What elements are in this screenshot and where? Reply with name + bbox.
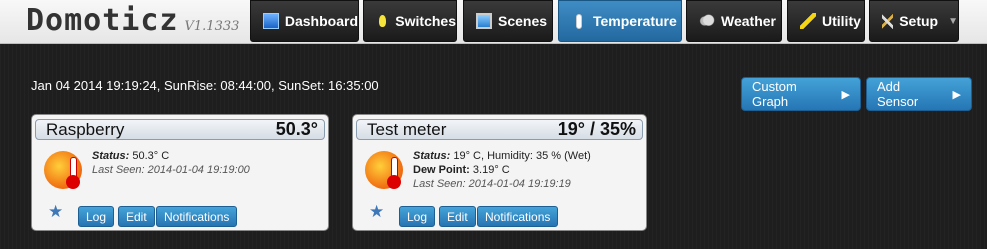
tab-label: Utility <box>822 13 861 29</box>
device-info: Status: 19° C, Humidity: 35 % (Wet) Dew … <box>413 149 591 191</box>
button-label: Log <box>86 209 107 224</box>
device-value: 19° / 35% <box>557 119 636 139</box>
play-arrow-icon: ▶ <box>952 88 961 101</box>
play-arrow-icon: ▶ <box>841 88 850 101</box>
last-seen-label: Last Seen: <box>92 164 145 176</box>
device-info: Status: 50.3° C Last Seen: 2014-01-04 19… <box>92 149 250 177</box>
log-button[interactable]: Log <box>399 206 436 227</box>
app-version: V1.1333 <box>184 19 240 34</box>
edit-button[interactable]: Edit <box>439 206 476 227</box>
tab-scenes[interactable]: Scenes <box>463 0 553 42</box>
status-line: Jan 04 2014 19:19:24, SunRise: 08:44:00,… <box>31 78 379 93</box>
app-name: Domoticz <box>26 3 179 38</box>
notifications-button[interactable]: Notifications <box>477 206 559 227</box>
dashboard-icon <box>263 13 279 29</box>
button-label: Edit <box>126 209 147 224</box>
device-header: Raspberry 50.3° <box>35 119 325 140</box>
utility-icon <box>800 13 816 29</box>
last-seen-label: Last Seen: <box>413 178 466 190</box>
status-label: Status: <box>413 150 451 162</box>
status-value: 19° C, Humidity: 35 % (Wet) <box>453 150 591 162</box>
button-label: Notifications <box>164 209 230 224</box>
tab-temperature[interactable]: Temperature <box>558 0 682 42</box>
favorite-star-icon[interactable]: ★ <box>369 203 385 220</box>
device-value: 50.3° <box>275 119 318 139</box>
bulb-icon <box>379 15 387 27</box>
temperature-sun-icon <box>365 151 403 189</box>
temperature-sun-icon <box>44 151 82 189</box>
last-seen-value: 2014-01-04 19:19:00 <box>147 164 250 176</box>
tab-label: Scenes <box>498 13 548 29</box>
add-sensor-button[interactable]: Add Sensor ▶ <box>866 77 972 111</box>
button-label: Add Sensor <box>877 79 919 109</box>
device-card-raspberry: Raspberry 50.3° Status: 50.3° C Last See… <box>31 114 329 231</box>
device-card-test-meter: Test meter 19° / 35% Status: 19° C, Humi… <box>352 114 647 231</box>
thermometer-icon <box>576 13 582 29</box>
button-label: Notifications <box>485 209 551 224</box>
thermometer-bulb <box>387 175 401 189</box>
top-navigation-bar: Domoticz V1.1333 Dashboard Switches Scen… <box>0 0 987 44</box>
favorite-star-icon[interactable]: ★ <box>48 203 64 220</box>
setup-icon <box>882 13 894 29</box>
tab-label: Weather <box>721 13 776 29</box>
device-name: Raspberry <box>46 119 125 139</box>
thermometer-bulb <box>66 175 80 189</box>
button-label: Custom Graph <box>752 79 797 109</box>
weather-icon <box>699 13 715 29</box>
notifications-button[interactable]: Notifications <box>156 206 238 227</box>
device-name: Test meter <box>367 119 447 139</box>
tab-label: Temperature <box>593 13 677 29</box>
edit-button[interactable]: Edit <box>118 206 155 227</box>
tab-utility[interactable]: Utility <box>787 0 865 42</box>
button-label: Edit <box>447 209 468 224</box>
custom-graph-button[interactable]: Custom Graph ▶ <box>741 77 861 111</box>
tab-label: Setup <box>899 13 939 29</box>
tab-weather[interactable]: Weather <box>686 0 782 42</box>
dew-point-value: 3.19° C <box>472 164 510 176</box>
dew-point-label: Dew Point: <box>413 164 470 176</box>
status-value: 50.3° C <box>132 150 170 162</box>
tab-label: Switches <box>395 13 456 29</box>
chevron-down-icon: ▼ <box>948 15 958 27</box>
tab-setup[interactable]: Setup ▼ <box>869 0 959 42</box>
button-label: Log <box>407 209 428 224</box>
last-seen-value: 2014-01-04 19:19:19 <box>468 178 571 190</box>
scenes-icon <box>476 13 492 29</box>
app-logo[interactable]: Domoticz V1.1333 <box>26 3 239 38</box>
log-button[interactable]: Log <box>78 206 115 227</box>
device-header: Test meter 19° / 35% <box>356 119 643 140</box>
tab-label: Dashboard <box>284 13 358 29</box>
tab-switches[interactable]: Switches <box>363 0 457 42</box>
tab-dashboard[interactable]: Dashboard <box>250 0 359 42</box>
status-label: Status: <box>92 150 130 162</box>
